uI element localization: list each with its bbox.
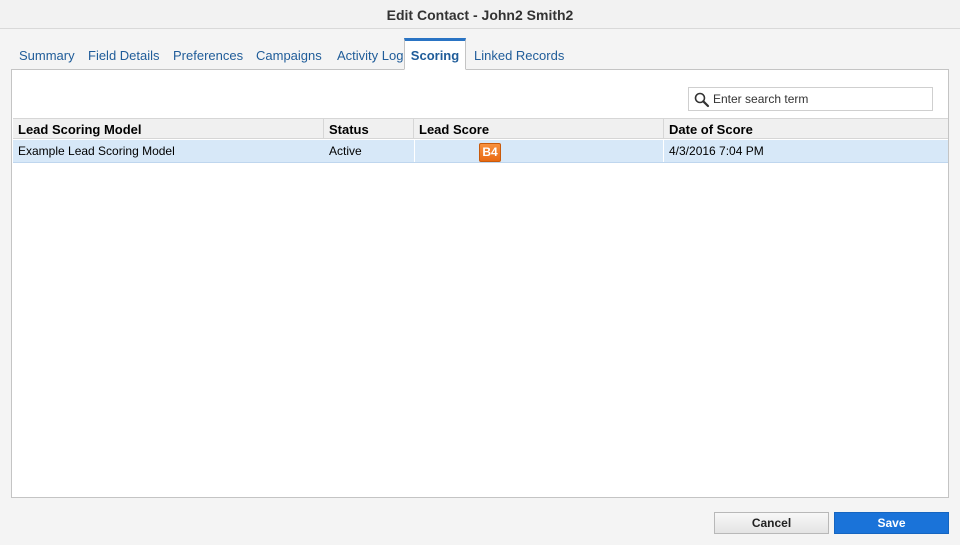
cell-lead-scoring-model: Example Lead Scoring Model — [18, 144, 175, 158]
tab-scoring[interactable]: Scoring — [404, 38, 466, 70]
column-header-date-of-score[interactable]: Date of Score — [664, 119, 948, 139]
column-header-status[interactable]: Status — [324, 119, 414, 139]
search-input[interactable] — [713, 89, 929, 109]
dialog-title: Edit Contact - John2 Smith2 — [0, 0, 960, 29]
column-header-lead-scoring-model[interactable]: Lead Scoring Model — [13, 119, 324, 139]
scoring-panel: Lead Scoring Model Status Lead Score Dat… — [11, 69, 949, 498]
cell-lead-score: B4 — [414, 140, 664, 162]
tab-preferences[interactable]: Preferences — [173, 38, 243, 70]
tab-summary[interactable]: Summary — [19, 38, 75, 70]
tab-field-details[interactable]: Field Details — [88, 38, 160, 70]
table-row[interactable]: Example Lead Scoring Model Active B4 4/3… — [13, 140, 948, 163]
column-header-lead-score[interactable]: Lead Score — [414, 119, 664, 139]
cell-date-of-score: 4/3/2016 7:04 PM — [669, 144, 764, 158]
tab-campaigns[interactable]: Campaigns — [256, 38, 322, 70]
cancel-button[interactable]: Cancel — [714, 512, 829, 534]
table-header: Lead Scoring Model Status Lead Score Dat… — [13, 118, 948, 139]
tab-linked-records[interactable]: Linked Records — [474, 38, 564, 70]
tab-activity-log[interactable]: Activity Log — [337, 38, 403, 70]
save-button[interactable]: Save — [834, 512, 949, 534]
search-icon — [693, 91, 711, 109]
cell-status: Active — [329, 144, 362, 158]
lead-score-badge: B4 — [479, 143, 501, 162]
tab-bar: Summary Field Details Preferences Campai… — [11, 38, 949, 70]
search-box[interactable] — [688, 87, 933, 111]
